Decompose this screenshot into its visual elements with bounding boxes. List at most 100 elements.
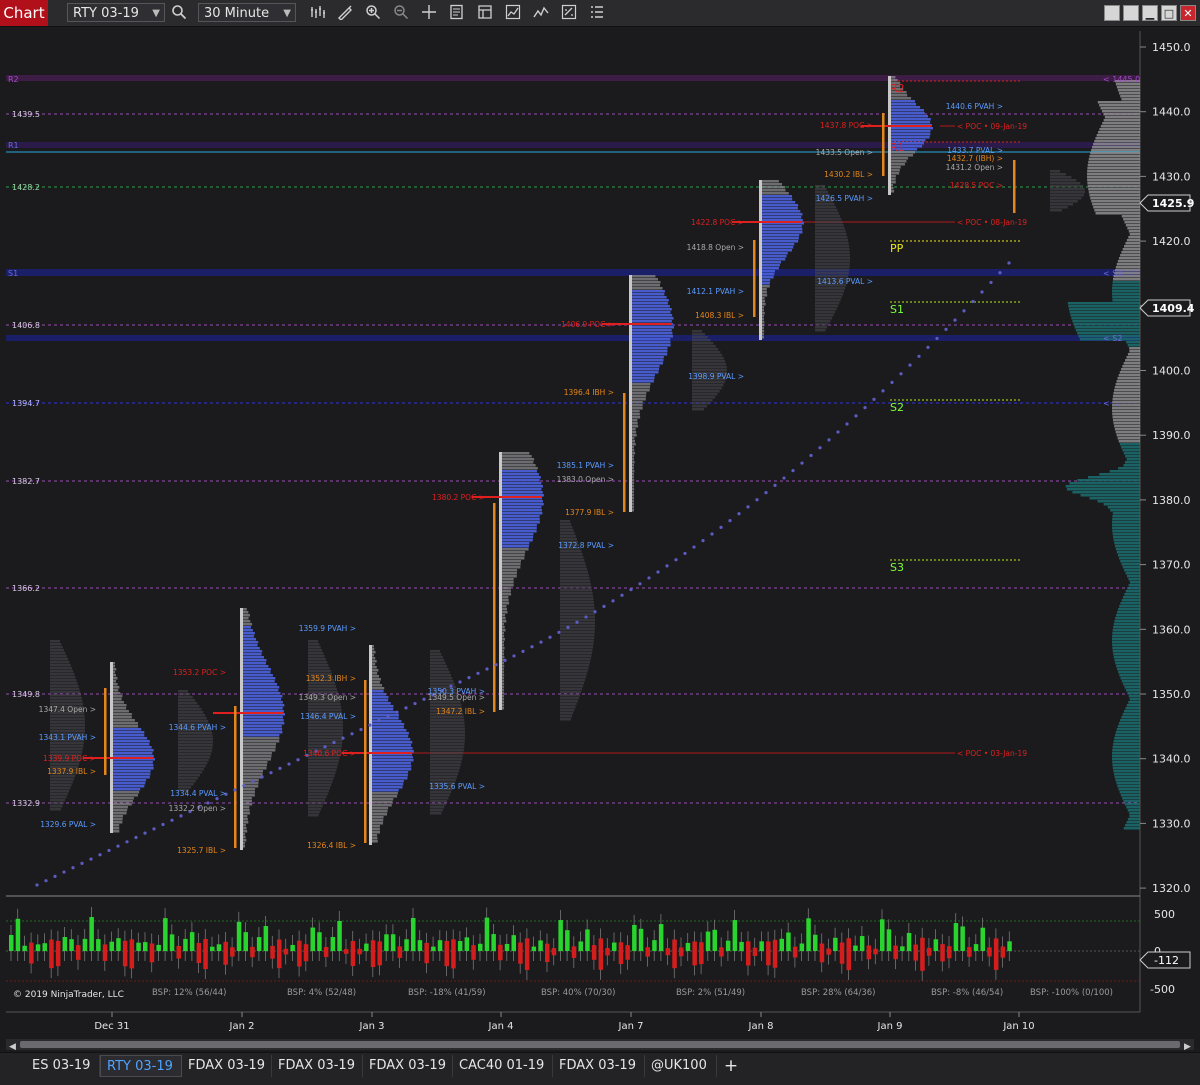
tab-uk100[interactable]: @UK100 — [645, 1055, 717, 1077]
composite-profile-row — [1129, 350, 1140, 353]
window-float-button[interactable] — [1123, 5, 1139, 21]
profile-row — [502, 632, 504, 635]
profile-row — [632, 464, 634, 467]
indicator-bar — [183, 938, 188, 951]
vwap-dot — [917, 354, 921, 358]
profile-row — [113, 728, 142, 731]
tab-fdax-3[interactable]: FDAX 03-19 — [363, 1055, 453, 1077]
indicator-bar — [189, 932, 195, 951]
indicator-icon[interactable] — [532, 4, 550, 22]
profile-row — [762, 294, 768, 297]
chart-menu-button[interactable]: Chart — [0, 0, 48, 26]
bar-type-icon[interactable] — [309, 4, 327, 22]
profile-row — [632, 425, 639, 428]
profile-row — [762, 234, 800, 237]
overnight-profile-row — [560, 607, 595, 610]
profile-row — [243, 695, 283, 698]
overnight-profile-row — [50, 724, 85, 727]
profile-row — [762, 186, 786, 189]
profile-row — [372, 678, 381, 681]
vwap-dot — [818, 446, 822, 450]
maximize-button[interactable]: □ — [1161, 5, 1177, 21]
tab-fdax-4[interactable]: FDAX 03-19 — [553, 1055, 645, 1077]
profile-row — [632, 503, 634, 506]
close-button[interactable]: ✕ — [1180, 5, 1196, 21]
profile-row — [632, 416, 641, 419]
overnight-profile-row — [430, 794, 450, 797]
add-tab-button[interactable]: + — [720, 1055, 742, 1077]
profile-row — [243, 836, 246, 839]
price-chart[interactable]: R2 1439.5 R1 1428.2 1406.8 S1 1394.7 138… — [0, 27, 1200, 1051]
overnight-profile-row — [308, 784, 332, 787]
profile-row — [762, 309, 764, 312]
profile-row — [372, 837, 378, 840]
profile-row — [502, 683, 505, 686]
draw-icon[interactable] — [336, 4, 354, 22]
indicator-bar — [437, 940, 443, 951]
interval-selector[interactable]: 30 Minute ▼ — [198, 3, 296, 22]
profile-row — [243, 770, 263, 773]
vwap-dot — [755, 498, 759, 502]
strategy-icon[interactable] — [504, 4, 522, 22]
vwap-dot — [80, 861, 84, 866]
profile-row — [502, 599, 509, 602]
profile-row — [243, 614, 250, 617]
profile-row — [243, 632, 255, 635]
profile-row — [891, 112, 925, 115]
search-icon[interactable] — [170, 4, 188, 22]
overnight-profile-row — [308, 805, 323, 808]
vwap-dot — [161, 822, 165, 827]
indicator-bar — [906, 932, 912, 951]
tab-fdax-1[interactable]: FDAX 03-19 — [182, 1055, 272, 1077]
zoom-in-icon[interactable] — [364, 4, 382, 22]
composite-profile-row — [1098, 131, 1140, 134]
overnight-profile-row — [1050, 173, 1066, 176]
profile-row — [113, 764, 154, 767]
composite-profile-row — [1112, 527, 1140, 530]
vwap-dot — [512, 654, 516, 658]
profile-row — [891, 181, 896, 184]
overnight-profile-row — [560, 694, 580, 697]
composite-profile-row — [1100, 107, 1140, 110]
overnight-profile-row — [1050, 185, 1084, 188]
profile-row — [243, 692, 281, 695]
instrument-selector[interactable]: RTY 03-19 ▼ — [67, 3, 165, 22]
profile-row — [372, 717, 399, 720]
profile-row — [372, 810, 388, 813]
tab-fdax-2[interactable]: FDAX 03-19 — [272, 1055, 363, 1077]
indicator-bar — [545, 943, 550, 963]
properties-icon[interactable] — [560, 4, 578, 22]
tab-rty[interactable]: RTY 03-19 — [100, 1055, 182, 1077]
overnight-profile-row — [50, 727, 85, 730]
composite-profile-row — [1116, 665, 1140, 668]
profile-row — [372, 831, 380, 834]
list-icon[interactable] — [588, 4, 606, 22]
indicator-bar — [35, 944, 41, 951]
session-annotation: 1433.5 Open > — [816, 148, 873, 157]
crosshair-icon[interactable] — [420, 4, 438, 22]
time-tick-label: Jan 3 — [359, 1021, 385, 1032]
composite-profile-row — [1113, 539, 1140, 542]
horizontal-scrollbar[interactable]: ◀ ▶ — [6, 1039, 1194, 1051]
composite-profile-row — [1122, 248, 1140, 251]
profile-row — [372, 756, 413, 759]
profile-row — [502, 491, 543, 494]
profile-row — [243, 656, 264, 659]
profile-row — [372, 732, 409, 735]
indicator-bar — [819, 943, 825, 963]
vwap-dot — [332, 740, 336, 745]
composite-profile-row — [1127, 227, 1140, 230]
template-icon[interactable] — [476, 4, 494, 22]
indicator-bar — [22, 945, 27, 951]
tab-cac40[interactable]: CAC40 01-19 — [453, 1055, 553, 1077]
profile-row — [243, 818, 248, 821]
overnight-profile-row — [178, 705, 200, 708]
data-box-icon[interactable] — [448, 4, 466, 22]
zoom-out-icon[interactable] — [392, 4, 410, 22]
composite-profile-row — [1112, 287, 1140, 290]
composite-profile-row — [1088, 191, 1140, 194]
window-snap-button[interactable] — [1104, 5, 1120, 21]
tab-es[interactable]: ES 03-19 — [26, 1055, 100, 1077]
instrument-tab-bar: ES 03-19 RTY 03-19 FDAX 03-19 FDAX 03-19… — [0, 1052, 1200, 1085]
minimize-button[interactable]: ▁ — [1142, 5, 1158, 21]
